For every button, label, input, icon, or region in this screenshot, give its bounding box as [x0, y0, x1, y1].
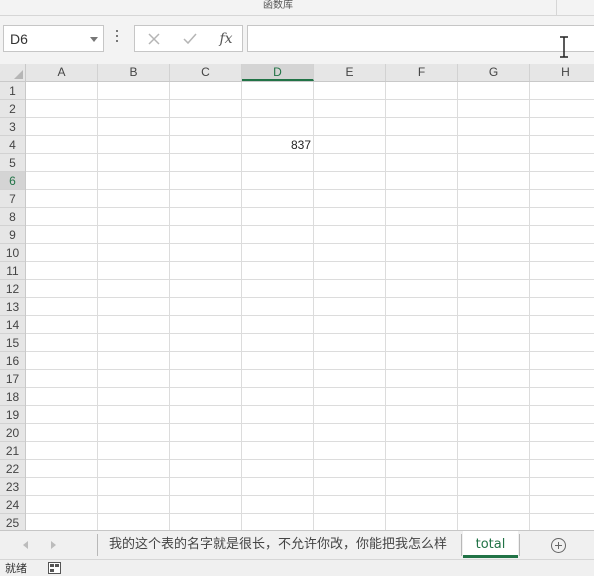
cell-grid[interactable]: 837: [26, 82, 594, 530]
column-header-g[interactable]: G: [458, 64, 530, 81]
row-header-20[interactable]: 20: [0, 424, 25, 442]
row-header-21[interactable]: 21: [0, 442, 25, 460]
row-header-22[interactable]: 22: [0, 460, 25, 478]
row-header-15[interactable]: 15: [0, 334, 25, 352]
row-headers: 1 2 3 4 5 6 7 8 9 10 11 12 13 14 15 16 17 18 19 20 21 22 23 24 2…: [0, 82, 26, 530]
status-bar: 就绪: [0, 559, 594, 576]
row-header-13[interactable]: 13: [0, 298, 25, 316]
row-header-10[interactable]: 10: [0, 244, 25, 262]
cancel-button[interactable]: [139, 26, 169, 51]
row-header-8[interactable]: 8: [0, 208, 25, 226]
column-headers: ABCDEFGH: [26, 64, 594, 82]
row-header-6[interactable]: 6: [0, 172, 25, 190]
add-sheet-icon[interactable]: [551, 538, 566, 553]
name-box-value: D6: [10, 31, 28, 47]
column-header-h[interactable]: H: [530, 64, 594, 81]
column-header-f[interactable]: F: [386, 64, 458, 81]
formula-buttons: fx: [134, 25, 243, 52]
row-header-7[interactable]: 7: [0, 190, 25, 208]
status-text: 就绪: [5, 562, 27, 575]
row-header-23[interactable]: 23: [0, 478, 25, 496]
row-header-2[interactable]: 2: [0, 100, 25, 118]
tab-divider: [97, 534, 98, 556]
sheet-tab-total[interactable]: total: [463, 531, 518, 558]
ribbon-group-label: 函数库: [263, 0, 293, 11]
ribbon-separator: [556, 0, 557, 15]
row-header-14[interactable]: 14: [0, 316, 25, 334]
formula-bar-row: D6 fx: [0, 16, 594, 64]
tab-divider: [519, 534, 520, 556]
triangle-icon: [14, 70, 23, 79]
sheet-tab-bar: 我的这个表的名字就是很长，不允许你改，你能把我怎么样 total: [0, 530, 594, 559]
name-box[interactable]: D6: [3, 25, 104, 52]
row-header-16[interactable]: 16: [0, 352, 25, 370]
row-header-24[interactable]: 24: [0, 496, 25, 514]
insert-function-button[interactable]: fx: [211, 26, 241, 51]
ribbon: 函数库: [0, 0, 594, 16]
row-header-19[interactable]: 19: [0, 406, 25, 424]
x-icon: [148, 32, 160, 45]
text-cursor-icon: [560, 36, 568, 58]
row-header-11[interactable]: 11: [0, 262, 25, 280]
check-icon: [183, 33, 197, 44]
row-header-25[interactable]: 25: [0, 514, 25, 530]
row-header-4[interactable]: 4: [0, 136, 25, 154]
column-header-e[interactable]: E: [314, 64, 386, 81]
formula-input[interactable]: [247, 25, 594, 52]
enter-button[interactable]: [175, 26, 205, 51]
chevron-down-icon[interactable]: [90, 37, 98, 42]
column-header-b[interactable]: B: [98, 64, 170, 81]
next-sheet-icon[interactable]: [51, 541, 56, 549]
row-header-3[interactable]: 3: [0, 118, 25, 136]
row-header-18[interactable]: 18: [0, 388, 25, 406]
macro-record-icon[interactable]: [48, 562, 61, 574]
drag-handle-icon[interactable]: [116, 30, 119, 44]
column-header-d[interactable]: D: [242, 64, 314, 81]
row-header-9[interactable]: 9: [0, 226, 25, 244]
column-header-c[interactable]: C: [170, 64, 242, 81]
row-header-12[interactable]: 12: [0, 280, 25, 298]
cell-d4[interactable]: 837: [242, 136, 314, 154]
row-header-1[interactable]: 1: [0, 82, 25, 100]
row-header-17[interactable]: 17: [0, 370, 25, 388]
fx-icon: fx: [219, 30, 233, 47]
tab-divider: [461, 534, 462, 556]
sheet-tab-long-name[interactable]: 我的这个表的名字就是很长，不允许你改，你能把我怎么样: [99, 531, 457, 558]
select-all-button[interactable]: [0, 64, 26, 82]
row-header-5[interactable]: 5: [0, 154, 25, 172]
previous-sheet-icon[interactable]: [23, 541, 28, 549]
column-header-a[interactable]: A: [26, 64, 98, 81]
